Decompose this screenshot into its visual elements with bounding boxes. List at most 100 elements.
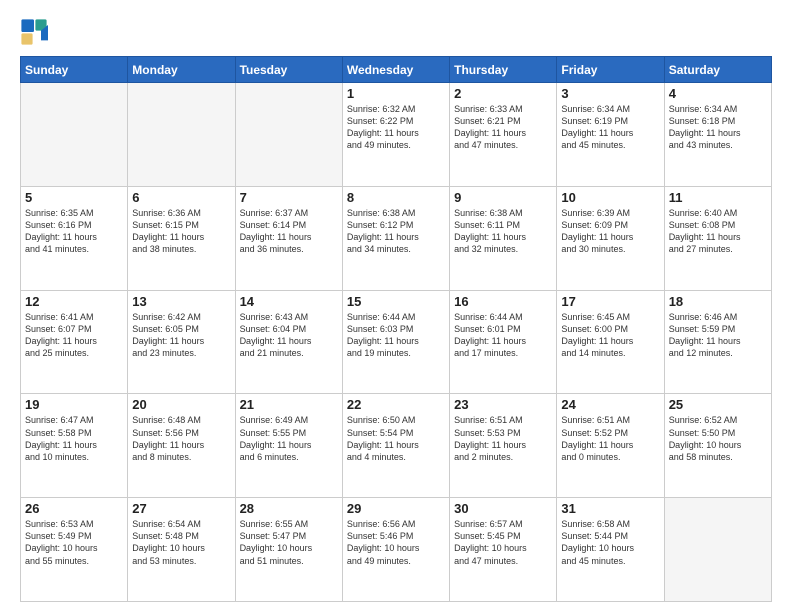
calendar-table: SundayMondayTuesdayWednesdayThursdayFrid… bbox=[20, 56, 772, 602]
cell-info: Sunrise: 6:49 AM Sunset: 5:55 PM Dayligh… bbox=[240, 414, 338, 463]
logo bbox=[20, 18, 52, 46]
day-number: 25 bbox=[669, 397, 767, 412]
day-number: 17 bbox=[561, 294, 659, 309]
day-number: 3 bbox=[561, 86, 659, 101]
calendar-cell: 30 Sunrise: 6:57 AM Sunset: 5:45 PM Dayli… bbox=[450, 498, 557, 602]
cell-info: Sunrise: 6:41 AM Sunset: 6:07 PM Dayligh… bbox=[25, 311, 123, 360]
calendar-cell: 8Sunrise: 6:38 AM Sunset: 6:12 PM Daylig… bbox=[342, 186, 449, 290]
cell-info: Sunrise: 6:50 AM Sunset: 5:54 PM Dayligh… bbox=[347, 414, 445, 463]
calendar-cell: 23Sunrise: 6:51 AM Sunset: 5:53 PM Dayli… bbox=[450, 394, 557, 498]
cell-info: Sunrise: 6:35 AM Sunset: 6:16 PM Dayligh… bbox=[25, 207, 123, 256]
weekday-header-thursday: Thursday bbox=[450, 57, 557, 83]
calendar-cell: 7Sunrise: 6:37 AM Sunset: 6:14 PM Daylig… bbox=[235, 186, 342, 290]
day-number: 29 bbox=[347, 501, 445, 516]
day-number: 18 bbox=[669, 294, 767, 309]
cell-info: Sunrise: 6:33 AM Sunset: 6:21 PM Dayligh… bbox=[454, 103, 552, 152]
calendar-cell: 22 Sunrise: 6:50 AM Sunset: 5:54 PM Dayli… bbox=[342, 394, 449, 498]
cell-info: Sunrise: 6:34 AM Sunset: 6:19 PM Dayligh… bbox=[561, 103, 659, 152]
calendar-cell: 9Sunrise: 6:38 AM Sunset: 6:11 PM Daylig… bbox=[450, 186, 557, 290]
cell-info: Sunrise: 6:54 AM Sunset: 5:48 PM Dayligh… bbox=[132, 518, 230, 567]
day-number: 20 bbox=[132, 397, 230, 412]
cell-info: Sunrise: 6:37 AM Sunset: 6:14 PM Dayligh… bbox=[240, 207, 338, 256]
weekday-header-monday: Monday bbox=[128, 57, 235, 83]
cell-info: Sunrise: 6:53 AM Sunset: 5:49 PM Dayligh… bbox=[25, 518, 123, 567]
calendar-cell: 6 Sunrise: 6:36 AM Sunset: 6:15 PM Daylig… bbox=[128, 186, 235, 290]
calendar-cell bbox=[128, 83, 235, 187]
day-number: 24 bbox=[561, 397, 659, 412]
weekday-header-tuesday: Tuesday bbox=[235, 57, 342, 83]
weekday-header-sunday: Sunday bbox=[21, 57, 128, 83]
cell-info: Sunrise: 6:55 AM Sunset: 5:47 PM Dayligh… bbox=[240, 518, 338, 567]
cell-info: Sunrise: 6:42 AM Sunset: 6:05 PM Dayligh… bbox=[132, 311, 230, 360]
calendar-cell: 5 Sunrise: 6:35 AM Sunset: 6:16 PM Daylig… bbox=[21, 186, 128, 290]
day-number: 6 bbox=[132, 190, 230, 205]
week-row-1: 1 Sunrise: 6:32 AM Sunset: 6:22 PM Daylig… bbox=[21, 83, 772, 187]
day-number: 11 bbox=[669, 190, 767, 205]
page: SundayMondayTuesdayWednesdayThursdayFrid… bbox=[0, 0, 792, 612]
day-number: 28 bbox=[240, 501, 338, 516]
calendar-cell: 21 Sunrise: 6:49 AM Sunset: 5:55 PM Dayli… bbox=[235, 394, 342, 498]
cell-info: Sunrise: 6:43 AM Sunset: 6:04 PM Dayligh… bbox=[240, 311, 338, 360]
cell-info: Sunrise: 6:36 AM Sunset: 6:15 PM Dayligh… bbox=[132, 207, 230, 256]
cell-info: Sunrise: 6:38 AM Sunset: 6:12 PM Dayligh… bbox=[347, 207, 445, 256]
weekday-header-row: SundayMondayTuesdayWednesdayThursdayFrid… bbox=[21, 57, 772, 83]
cell-info: Sunrise: 6:34 AM Sunset: 6:18 PM Dayligh… bbox=[669, 103, 767, 152]
cell-info: Sunrise: 6:40 AM Sunset: 6:08 PM Dayligh… bbox=[669, 207, 767, 256]
cell-info: Sunrise: 6:44 AM Sunset: 6:01 PM Dayligh… bbox=[454, 311, 552, 360]
day-number: 27 bbox=[132, 501, 230, 516]
weekday-header-wednesday: Wednesday bbox=[342, 57, 449, 83]
day-number: 9 bbox=[454, 190, 552, 205]
day-number: 2 bbox=[454, 86, 552, 101]
calendar-cell bbox=[235, 83, 342, 187]
day-number: 13 bbox=[132, 294, 230, 309]
day-number: 14 bbox=[240, 294, 338, 309]
day-number: 15 bbox=[347, 294, 445, 309]
cell-info: Sunrise: 6:47 AM Sunset: 5:58 PM Dayligh… bbox=[25, 414, 123, 463]
calendar-cell: 15Sunrise: 6:44 AM Sunset: 6:03 PM Dayli… bbox=[342, 290, 449, 394]
day-number: 5 bbox=[25, 190, 123, 205]
calendar-cell: 11 Sunrise: 6:40 AM Sunset: 6:08 PM Dayli… bbox=[664, 186, 771, 290]
calendar-cell: 24 Sunrise: 6:51 AM Sunset: 5:52 PM Dayli… bbox=[557, 394, 664, 498]
calendar-cell: 20 Sunrise: 6:48 AM Sunset: 5:56 PM Dayli… bbox=[128, 394, 235, 498]
calendar-cell: 3 Sunrise: 6:34 AM Sunset: 6:19 PM Daylig… bbox=[557, 83, 664, 187]
cell-info: Sunrise: 6:46 AM Sunset: 5:59 PM Dayligh… bbox=[669, 311, 767, 360]
day-number: 30 bbox=[454, 501, 552, 516]
cell-info: Sunrise: 6:58 AM Sunset: 5:44 PM Dayligh… bbox=[561, 518, 659, 567]
day-number: 21 bbox=[240, 397, 338, 412]
calendar-cell: 12Sunrise: 6:41 AM Sunset: 6:07 PM Dayli… bbox=[21, 290, 128, 394]
week-row-4: 19 Sunrise: 6:47 AM Sunset: 5:58 PM Dayli… bbox=[21, 394, 772, 498]
calendar-cell: 19 Sunrise: 6:47 AM Sunset: 5:58 PM Dayli… bbox=[21, 394, 128, 498]
calendar-cell: 13 Sunrise: 6:42 AM Sunset: 6:05 PM Dayli… bbox=[128, 290, 235, 394]
week-row-5: 26Sunrise: 6:53 AM Sunset: 5:49 PM Dayli… bbox=[21, 498, 772, 602]
cell-info: Sunrise: 6:39 AM Sunset: 6:09 PM Dayligh… bbox=[561, 207, 659, 256]
calendar-cell: 31 Sunrise: 6:58 AM Sunset: 5:44 PM Dayli… bbox=[557, 498, 664, 602]
cell-info: Sunrise: 6:52 AM Sunset: 5:50 PM Dayligh… bbox=[669, 414, 767, 463]
day-number: 16 bbox=[454, 294, 552, 309]
calendar-cell: 14 Sunrise: 6:43 AM Sunset: 6:04 PM Dayli… bbox=[235, 290, 342, 394]
cell-info: Sunrise: 6:45 AM Sunset: 6:00 PM Dayligh… bbox=[561, 311, 659, 360]
calendar-cell bbox=[21, 83, 128, 187]
cell-info: Sunrise: 6:51 AM Sunset: 5:53 PM Dayligh… bbox=[454, 414, 552, 463]
cell-info: Sunrise: 6:51 AM Sunset: 5:52 PM Dayligh… bbox=[561, 414, 659, 463]
calendar-cell: 26Sunrise: 6:53 AM Sunset: 5:49 PM Dayli… bbox=[21, 498, 128, 602]
cell-info: Sunrise: 6:57 AM Sunset: 5:45 PM Dayligh… bbox=[454, 518, 552, 567]
calendar-cell: 27 Sunrise: 6:54 AM Sunset: 5:48 PM Dayli… bbox=[128, 498, 235, 602]
calendar-cell: 18 Sunrise: 6:46 AM Sunset: 5:59 PM Dayli… bbox=[664, 290, 771, 394]
week-row-3: 12Sunrise: 6:41 AM Sunset: 6:07 PM Dayli… bbox=[21, 290, 772, 394]
cell-info: Sunrise: 6:32 AM Sunset: 6:22 PM Dayligh… bbox=[347, 103, 445, 152]
day-number: 22 bbox=[347, 397, 445, 412]
calendar-cell: 16 Sunrise: 6:44 AM Sunset: 6:01 PM Dayli… bbox=[450, 290, 557, 394]
calendar-cell: 2 Sunrise: 6:33 AM Sunset: 6:21 PM Daylig… bbox=[450, 83, 557, 187]
cell-info: Sunrise: 6:56 AM Sunset: 5:46 PM Dayligh… bbox=[347, 518, 445, 567]
weekday-header-friday: Friday bbox=[557, 57, 664, 83]
calendar-cell: 25 Sunrise: 6:52 AM Sunset: 5:50 PM Dayli… bbox=[664, 394, 771, 498]
day-number: 19 bbox=[25, 397, 123, 412]
header bbox=[20, 18, 772, 46]
calendar-cell: 1 Sunrise: 6:32 AM Sunset: 6:22 PM Daylig… bbox=[342, 83, 449, 187]
week-row-2: 5 Sunrise: 6:35 AM Sunset: 6:16 PM Daylig… bbox=[21, 186, 772, 290]
day-number: 31 bbox=[561, 501, 659, 516]
day-number: 1 bbox=[347, 86, 445, 101]
day-number: 10 bbox=[561, 190, 659, 205]
cell-info: Sunrise: 6:48 AM Sunset: 5:56 PM Dayligh… bbox=[132, 414, 230, 463]
logo-icon bbox=[20, 18, 48, 46]
